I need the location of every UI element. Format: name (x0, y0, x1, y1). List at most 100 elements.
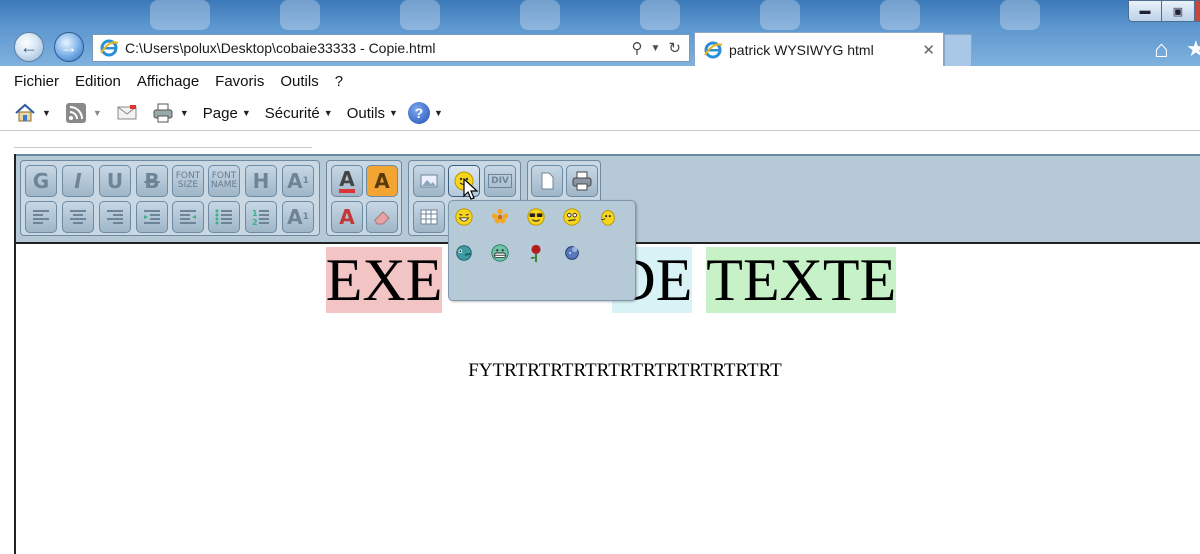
chevron-down-icon[interactable]: ▼ (93, 108, 102, 118)
insert-table-button[interactable] (413, 201, 445, 233)
forecolor-button[interactable]: A (331, 165, 363, 197)
minimize-icon: ▬ (1139, 5, 1151, 17)
outdent-button[interactable] (172, 201, 204, 233)
feeds-button[interactable] (65, 102, 87, 124)
rose-icon (530, 244, 541, 263)
italic-icon: I (74, 169, 82, 193)
font-size-icon: FONT SIZE (175, 171, 201, 190)
smiley-flower[interactable] (489, 206, 511, 228)
tab-active[interactable]: patrick WYSIWYG html ✕ (694, 32, 944, 66)
underline-button[interactable]: U (99, 165, 131, 197)
dropdown-arrow-icon[interactable]: ▼ (651, 43, 661, 54)
help-icon[interactable]: ? (407, 102, 430, 124)
menu-fichier[interactable]: Fichier (14, 73, 59, 90)
sunglasses-icon (527, 208, 545, 226)
insert-div-button[interactable]: DIV (484, 165, 516, 197)
chevron-down-icon[interactable]: ▼ (180, 108, 189, 118)
back-button[interactable]: ← (14, 32, 44, 62)
tools-menu[interactable]: Outils (347, 105, 385, 122)
strikethrough-button[interactable]: B (136, 165, 168, 197)
page-menu[interactable]: Page (203, 105, 238, 122)
menu-affichage[interactable]: Affichage (137, 73, 199, 90)
eraser-button[interactable] (366, 201, 398, 233)
wysiwyg-editor: G I U B FONT SIZE FONT NAME H A1 1 2 A 1… (14, 154, 1200, 554)
chevron-down-icon[interactable]: ▼ (324, 108, 333, 118)
bold-button[interactable]: G (25, 165, 57, 197)
forward-arrow-icon: → (60, 36, 78, 57)
menu-help[interactable]: ? (335, 73, 343, 90)
search-icon[interactable]: ⚲ (632, 39, 643, 57)
subscript-button[interactable]: A1 (282, 201, 314, 233)
superscript-icon: A (287, 169, 303, 193)
address-url[interactable]: C:\Users\polux\Desktop\cobaie33333 - Cop… (125, 40, 632, 56)
align-left-button[interactable] (25, 201, 57, 233)
home-icon[interactable]: ⌂ (1154, 36, 1169, 64)
maximize-button[interactable]: ▣ (1161, 0, 1195, 22)
address-bar[interactable]: C:\Users\polux\Desktop\cobaie33333 - Cop… (92, 34, 690, 62)
bullet-list-icon (215, 209, 232, 225)
desktop-icon-bg (760, 0, 800, 30)
chevron-down-icon[interactable]: ▼ (434, 108, 443, 118)
smiley-picker (448, 200, 636, 301)
outdent-icon (180, 210, 196, 224)
backcolor-button[interactable]: A (366, 165, 398, 197)
menu-favoris[interactable]: Favoris (215, 73, 264, 90)
smiley-cool[interactable] (525, 206, 547, 228)
close-window-button[interactable] (1194, 0, 1200, 22)
close-tab-icon[interactable]: ✕ (922, 41, 935, 59)
indent-button[interactable] (136, 201, 168, 233)
color-group: A A A (326, 160, 402, 236)
monster-icon (456, 245, 472, 261)
align-left-icon (33, 210, 49, 224)
mail-button[interactable] (116, 102, 138, 124)
maximize-icon: ▣ (1172, 5, 1184, 18)
image-icon (420, 174, 438, 188)
new-document-button[interactable] (531, 165, 563, 197)
refresh-icon[interactable]: ↻ (668, 39, 681, 57)
favorites-star-icon[interactable]: ★ (1186, 36, 1200, 62)
desktop-icon-bg (640, 0, 680, 30)
subscript-icon: A (287, 205, 303, 229)
smiley-rose[interactable] (525, 242, 547, 264)
smiley-chick[interactable] (597, 206, 619, 228)
new-document-icon (541, 172, 554, 190)
align-right-icon (107, 210, 123, 224)
align-center-button[interactable] (62, 201, 94, 233)
align-right-button[interactable] (99, 201, 131, 233)
smiley-blue[interactable] (561, 242, 583, 264)
svg-text:2: 2 (252, 218, 258, 227)
desktop-icon-bg (280, 0, 320, 30)
bullet-list-button[interactable] (208, 201, 240, 233)
numbered-list-button[interactable]: 12 (245, 201, 277, 233)
indent-icon (144, 210, 160, 224)
menu-outils[interactable]: Outils (280, 73, 318, 90)
table-icon (420, 209, 438, 225)
security-menu[interactable]: Sécurité (265, 105, 320, 122)
chevron-down-icon[interactable]: ▼ (42, 108, 51, 118)
chevron-down-icon[interactable]: ▼ (242, 108, 251, 118)
font-name-button[interactable]: FONT NAME (208, 165, 240, 197)
new-tab-button[interactable] (944, 34, 972, 66)
home-button[interactable] (14, 102, 36, 124)
backcolor-icon: A (374, 169, 390, 193)
font-size-button[interactable]: FONT SIZE (172, 165, 204, 197)
print-button[interactable] (152, 102, 174, 124)
red-text-button[interactable]: A (331, 201, 363, 233)
smiley-grin[interactable] (489, 242, 511, 264)
smiley-confused[interactable] (561, 206, 583, 228)
minimize-button[interactable]: ▬ (1128, 0, 1162, 22)
flower-icon (491, 208, 509, 224)
menu-edition[interactable]: Edition (75, 73, 121, 90)
insert-image-button[interactable] (413, 165, 445, 197)
chevron-down-icon[interactable]: ▼ (389, 108, 398, 118)
print-document-button[interactable] (566, 165, 598, 197)
superscript-button[interactable]: A1 (282, 165, 314, 197)
forward-button[interactable]: → (54, 32, 84, 62)
heading-button[interactable]: H (245, 165, 277, 197)
printer-icon (153, 103, 173, 123)
ie-logo-icon (100, 39, 119, 57)
smiley-monster[interactable] (453, 242, 475, 264)
blue-face-icon (565, 246, 579, 260)
smiley-laugh[interactable] (453, 206, 475, 228)
italic-button[interactable]: I (62, 165, 94, 197)
